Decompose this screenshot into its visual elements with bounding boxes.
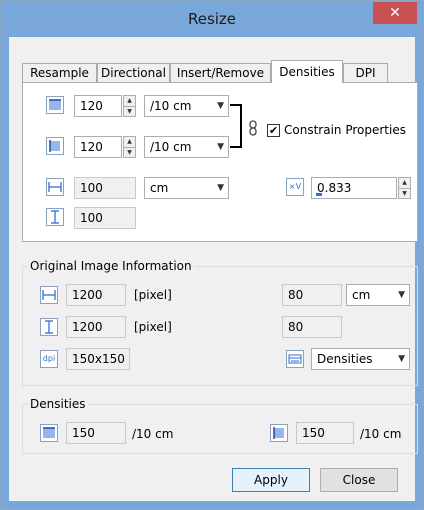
close-window-button[interactable]: ✕ [373,2,417,24]
title-bar[interactable]: Resize ✕ [1,1,423,37]
chevron-down-icon: ▼ [398,354,405,364]
vertical-unit-value: /10 cm [150,140,192,154]
vertical-density-icon [270,424,288,442]
spin-up-icon[interactable]: ▲ [124,96,135,107]
current-horizontal-density: 150 [66,422,126,444]
width-px-unit: [pixel] [134,288,172,302]
ratio-input[interactable]: 0.833 [311,177,397,199]
width-icon[interactable] [46,178,64,196]
spin-down-icon[interactable]: ▼ [124,148,135,158]
spin-down-icon[interactable]: ▼ [399,189,410,199]
current-vertical-unit: /10 cm [360,427,402,441]
tab-directional[interactable]: Directional [97,63,170,82]
height-icon [40,318,58,336]
ratio-spinner[interactable]: ▲ ▼ [398,177,411,199]
horizontal-density-input[interactable]: 120 [74,95,122,117]
ratio-progress [316,193,322,196]
vertical-density-input[interactable]: 120 [74,136,122,158]
width-unit-value: cm [150,181,169,195]
vertical-density-icon[interactable] [46,137,64,155]
original-dpi: 150x150 [66,348,130,370]
width-icon [40,286,58,304]
constrain-bracket [230,104,242,148]
height-value-field: 100 [74,207,136,229]
height-icon[interactable] [46,208,64,226]
horizontal-density-icon [40,424,58,442]
length-unit-select[interactable]: cm ▼ [346,284,410,306]
horizontal-density-spinner[interactable]: ▲ ▼ [123,95,136,117]
mode-value: Densities [317,352,373,366]
chevron-down-icon: ▼ [217,101,224,111]
original-height-px: 1200 [66,316,126,338]
close-button[interactable]: Close [320,468,398,492]
width-unit-select[interactable]: cm ▼ [144,177,229,199]
constrain-label: Constrain Properties [284,123,406,137]
spin-up-icon[interactable]: ▲ [124,137,135,148]
length-unit-value: cm [352,288,371,302]
window-title: Resize [187,10,237,28]
original-height-length: 80 [282,316,342,338]
dpi-icon-glyph: dpi [42,354,56,363]
mode-select[interactable]: Densities ▼ [311,348,410,370]
chevron-down-icon: ▼ [398,290,405,300]
mode-icon[interactable] [286,350,304,368]
chevron-down-icon: ▼ [217,142,224,152]
dpi-icon: dpi [40,350,58,368]
apply-button[interactable]: Apply [232,468,310,492]
spin-up-icon[interactable]: ▲ [399,178,410,189]
horizontal-unit-select[interactable]: /10 cm ▼ [144,95,229,117]
original-width-px: 1200 [66,284,126,306]
horizontal-unit-value: /10 cm [150,99,192,113]
current-vertical-density: 150 [296,422,354,444]
original-info-title: Original Image Information [28,259,194,273]
tab-dpi[interactable]: DPI [343,63,388,82]
current-horizontal-unit: /10 cm [132,427,174,441]
constrain-checkbox[interactable]: ✔ [267,124,280,137]
width-value-field: 100 [74,177,136,199]
horizontal-density-icon[interactable] [46,96,64,114]
chain-link-icon [248,120,258,136]
ratio-icon[interactable]: ×V [286,178,304,196]
original-width-length: 80 [282,284,342,306]
spin-down-icon[interactable]: ▼ [124,107,135,117]
densities-group-title: Densities [28,397,88,411]
ratio-value: 0.833 [317,181,352,195]
vertical-unit-select[interactable]: /10 cm ▼ [144,136,229,158]
ratio-icon-glyph: ×V [288,182,302,191]
height-px-unit: [pixel] [134,320,172,334]
vertical-density-spinner[interactable]: ▲ ▼ [123,136,136,158]
tab-resample[interactable]: Resample [22,63,97,82]
tab-densities[interactable]: Densities [271,60,343,83]
tab-insert-remove[interactable]: Insert/Remove [170,63,271,82]
chevron-down-icon: ▼ [217,183,224,193]
